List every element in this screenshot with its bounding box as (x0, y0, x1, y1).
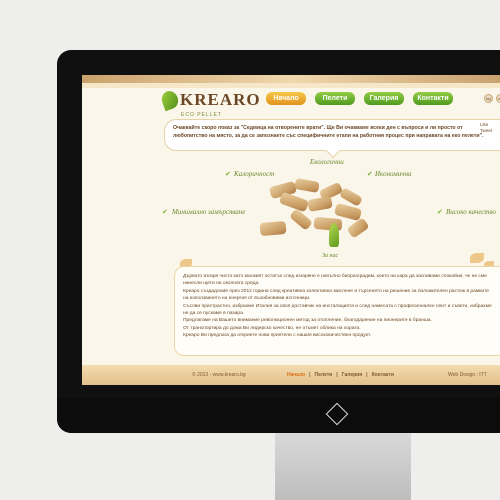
nav-pellets[interactable]: Пелети (315, 92, 355, 105)
feature-bottom[interactable]: За нас (322, 253, 338, 259)
about-paragraph: От транспортира до дома Ви лидерско каче… (183, 325, 361, 331)
autumn-leaf-icon (470, 253, 484, 263)
notice-pointer (325, 143, 341, 159)
feature-right1: Икономични (375, 170, 412, 178)
check-icon: ✔ (225, 171, 231, 178)
about-paragraph: Дървото изгаря чисто като малкият остатъ… (183, 274, 487, 287)
feature-left2: Минимално замърсяване (172, 208, 246, 216)
footer-link-gallery[interactable]: Галерия (342, 372, 363, 378)
nav-gallery[interactable]: Галерия (364, 92, 404, 105)
brand-subtitle: ECO PELLET (181, 112, 222, 118)
copyright: © 2013 - www.krearo.bg (192, 372, 246, 378)
monitor-stand (275, 433, 411, 500)
check-icon: ✔ (437, 209, 443, 216)
sprout-icon (329, 223, 339, 247)
notice-box: Очаквайте скоро показ за "Седмица на отв… (164, 119, 500, 159)
main-nav: Начало Пелети Галерия Контакти (266, 92, 453, 105)
top-band-shadow (82, 83, 500, 88)
top-band (82, 75, 500, 83)
notice-text: Очаквайте скоро показ за "Седмица на отв… (173, 125, 484, 139)
lang-en[interactable]: en (496, 94, 500, 103)
about-paragraph: Креаро създадохме през 2012 година след … (183, 288, 489, 302)
footer-nav: Начало | Пелети | Галерия | Контакти (287, 372, 394, 378)
tweet-button[interactable]: Tweet (480, 128, 500, 134)
nav-contacts[interactable]: Контакти (413, 92, 453, 105)
footer-link-home[interactable]: Начало (287, 372, 305, 378)
lang-bg[interactable]: bg (484, 94, 493, 103)
check-icon: ✔ (162, 209, 168, 216)
language-switcher: bg en (484, 94, 500, 103)
leaf-logo-icon (159, 88, 181, 112)
feature-top: Екологични (310, 158, 344, 166)
web-design-credit[interactable]: Web Design : ITT (448, 372, 487, 378)
footer-link-contacts[interactable]: Контакти (372, 372, 394, 378)
about-text-box: Дървото изгаря чисто като малкият остатъ… (174, 266, 500, 356)
about-paragraph: Предлагаме на Вашето внимание революцион… (183, 318, 432, 324)
website-screen: KREARO ECO PELLET Начало Пелети Галерия … (82, 75, 500, 385)
monitor-chin (57, 398, 500, 433)
social-box: Like Tweet (480, 122, 500, 146)
site-logo[interactable]: KREARO ECO PELLET (159, 88, 261, 118)
check-icon: ✔ (367, 171, 373, 178)
site-footer: © 2013 - www.krearo.bg Начало | Пелети | Г… (82, 365, 500, 385)
about-paragraph: Съсови пристрастно, избрахме Италия за с… (183, 303, 492, 317)
feature-right2: Високо качество (446, 208, 496, 216)
brand-name: KREARO (180, 90, 261, 109)
feature-left1: Калоричност (234, 170, 275, 178)
wood-pellets-image (250, 177, 370, 239)
about-paragraph: Креаро Ви предлага да откриете нови прия… (183, 333, 372, 339)
footer-link-pellets[interactable]: Пелети (315, 372, 333, 378)
nav-home[interactable]: Начало (266, 92, 306, 105)
